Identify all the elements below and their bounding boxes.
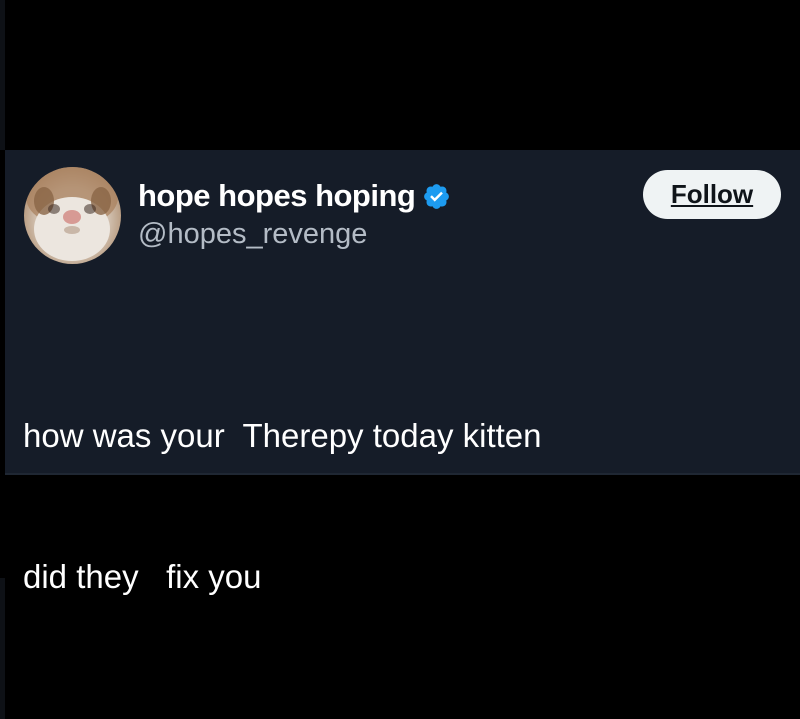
left-edge-strip-lower [0,578,5,719]
verified-badge-icon [422,182,451,211]
card-divider [5,473,800,475]
tweet-card: hope hopes hoping @hopes_revenge Follow … [5,150,800,595]
tweet-text: how was your Therepy today kitten did th… [23,318,763,694]
display-name[interactable]: hope hopes hoping [138,178,416,214]
display-name-row: hope hopes hoping [138,176,451,216]
screenshot-page: hope hopes hoping @hopes_revenge Follow … [0,0,800,719]
follow-button[interactable]: Follow [643,170,781,219]
hamster-face-icon [26,167,118,261]
user-handle[interactable]: @hopes_revenge [138,218,367,251]
tweet-text-line: did they fix you [23,558,262,595]
avatar[interactable] [24,167,121,264]
left-edge-strip [0,0,5,150]
tweet-text-line: how was your Therepy today kitten [23,417,542,454]
